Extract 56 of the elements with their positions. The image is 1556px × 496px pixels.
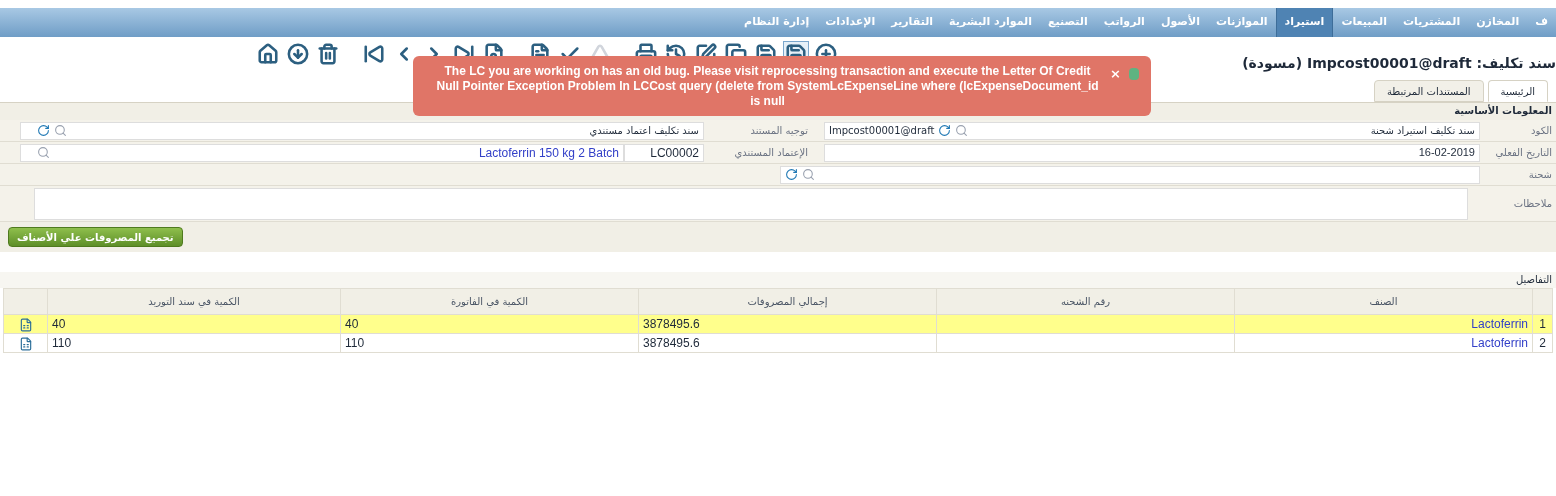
refresh-icon[interactable] [938,124,952,137]
menu-item[interactable]: التصنيع [1040,8,1096,37]
refresh-icon[interactable] [785,168,798,181]
row-detail-icon[interactable] [18,317,33,332]
details-title: التفاصيل [0,272,1556,288]
menu-item[interactable]: الموازنات [1207,8,1276,37]
menu-item[interactable]: ف [1527,8,1556,37]
menu-item[interactable]: إدارة النظام [736,8,818,37]
table-cell: 3878495.6 [638,314,937,334]
menu-item[interactable]: التقارير [883,8,942,37]
lc-code-field[interactable]: LC00002 [624,143,704,162]
table-cell: 110 [340,333,639,353]
table-cell: 3878495.6 [638,333,937,353]
close-button[interactable]: × [1110,64,1121,84]
field-label: ملاحظات [1512,197,1553,211]
field-label: التاريخ الفعلي [1494,146,1553,160]
lc-name-field[interactable]: Lactoferrin 150 kg 2 Batch [20,143,624,162]
table-cell: Lactoferrin [1234,314,1533,334]
tab[interactable]: الرئيسية [1487,80,1548,102]
refresh-icon[interactable] [37,124,50,137]
date-field[interactable]: 16-02-2019 [824,143,1480,162]
menu-item[interactable]: المخازن [1468,8,1528,37]
field-label: شحنة [1527,168,1553,182]
home-icon[interactable] [255,41,281,67]
table-cell: 40 [340,314,639,334]
field-label: الكود [1530,124,1553,138]
column-header: إجمالي المصروفات [638,288,937,315]
menu-item[interactable]: الرواتب [1095,8,1153,37]
menu-item[interactable]: الأصول [1152,8,1208,37]
tab[interactable]: المستندات المرتبطة [1373,80,1484,102]
menu-item[interactable]: الإعدادات [817,8,884,37]
download-icon[interactable] [285,41,311,67]
field-value: سند تكليف اعتماد مستندي [589,124,699,138]
page-title: سند تكليف: Impcost00001@draft (مسودة) [1242,54,1556,74]
notes-field[interactable] [34,187,1468,220]
column-header: الكمية في الفاتورة [340,288,639,315]
field-value: سند تكليف استيراد شحنة [1370,124,1475,138]
shipment-field[interactable] [780,165,1480,184]
menu-item[interactable]: الموارد البشرية [941,8,1041,37]
field-value: Impcost00001@draft [829,124,935,138]
column-header: الصنف [1234,288,1533,315]
column-header: رقم الشحنه [936,288,1235,315]
menu-item[interactable]: المشتريات [1395,8,1469,37]
table-cell: 110 [47,333,341,353]
row-detail-icon[interactable] [18,336,33,351]
field-label: توجيه المستند [749,124,808,138]
field-label: الإعتماد المستندي [733,146,808,160]
table-cell: Lactoferrin [1234,333,1533,353]
column-header: الكمية في سند التوريد [47,288,341,315]
trash-icon[interactable] [315,41,341,67]
menu-item[interactable]: استيراد [1275,8,1334,37]
menu-item[interactable]: المبيعات [1333,8,1396,37]
direction-field[interactable]: سند تكليف اعتماد مستندي [20,121,704,140]
distribute-expenses-button[interactable]: تجميع المصروفات علي الأصناف [8,227,183,247]
lc-link[interactable]: Lactoferrin 150 kg 2 Batch [478,143,619,162]
table-cell: 40 [47,314,341,334]
